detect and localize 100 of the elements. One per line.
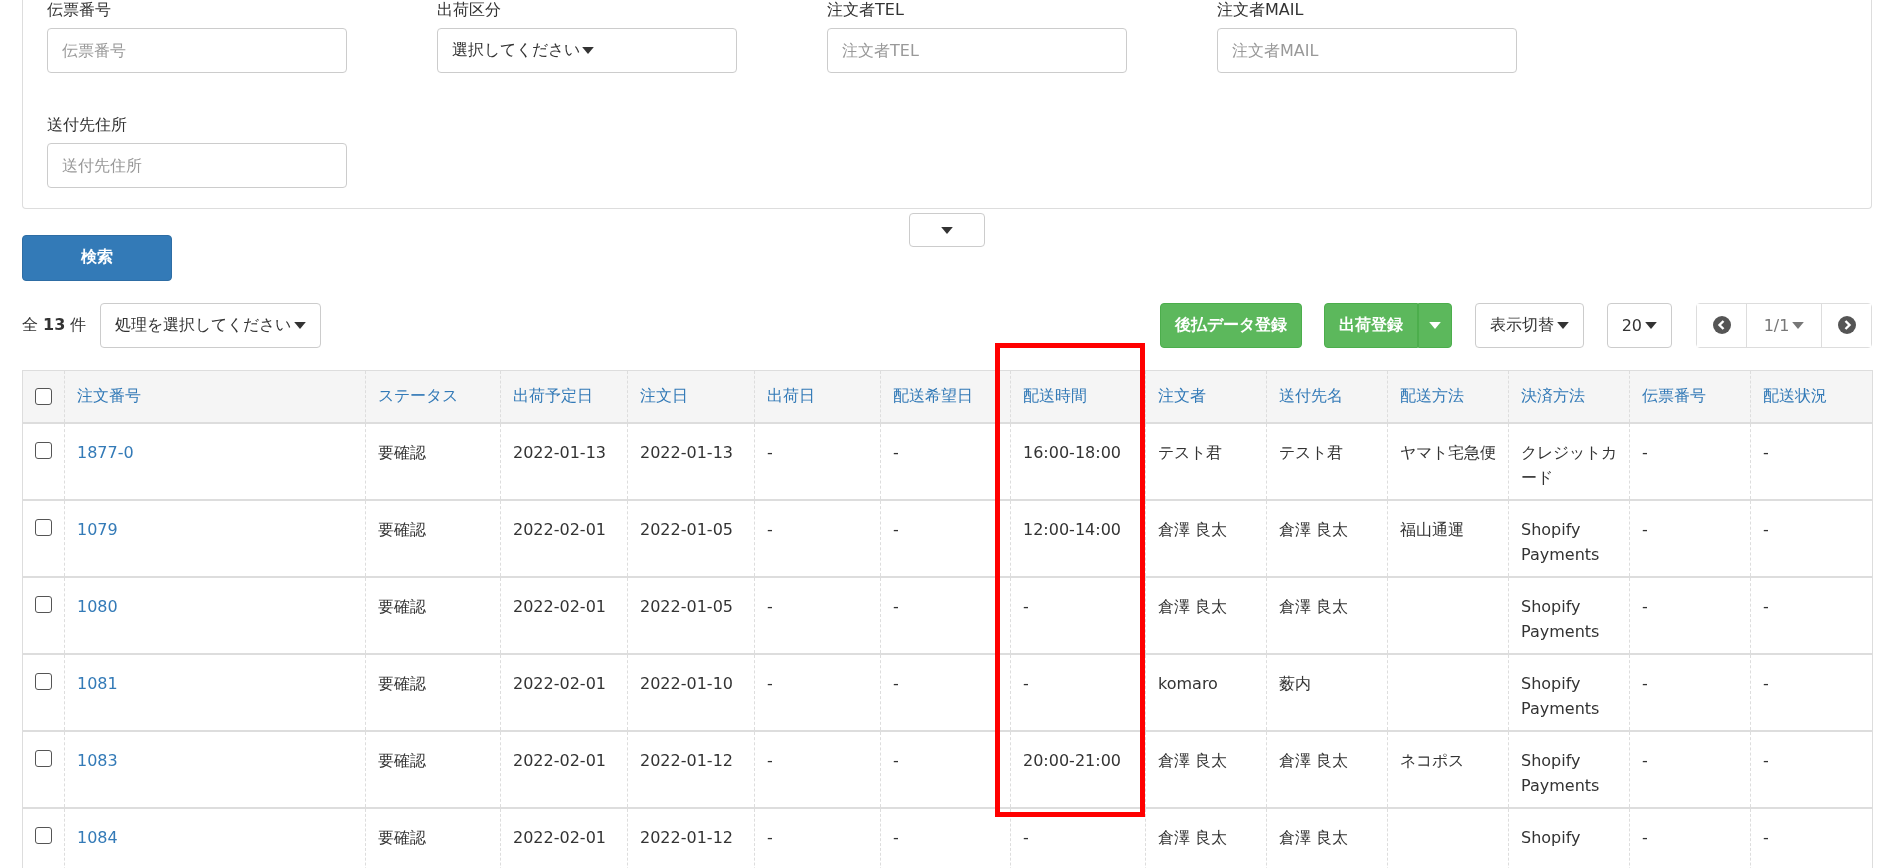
table-cell: Shopify Payments	[1521, 751, 1600, 795]
table-cell: 2022-02-01	[513, 828, 606, 847]
checkbox[interactable]	[35, 596, 52, 613]
table-cell: -	[1642, 828, 1648, 847]
select-field[interactable]: 選択してください	[437, 28, 737, 73]
register-button[interactable]: 後払データ登録	[1159, 302, 1302, 348]
table-cell: -	[1763, 751, 1769, 770]
table-cell: -	[1023, 674, 1029, 693]
table-cell: 2022-01-10	[640, 674, 733, 693]
dropdown-button[interactable]: 表示切替	[1474, 302, 1584, 348]
column-header[interactable]: 配送方法	[1387, 370, 1509, 423]
column-header[interactable]: 配送希望日	[880, 370, 1011, 423]
caret-icon	[582, 47, 594, 54]
checkbox[interactable]	[35, 673, 52, 690]
checkbox[interactable]	[35, 387, 52, 405]
column-header[interactable]: 伝票番号	[1629, 370, 1751, 423]
column-header[interactable]: 送付先名	[1266, 370, 1388, 423]
table-cell: -	[893, 520, 899, 539]
table-cell: 12:00-14:00	[1023, 520, 1121, 539]
input-field[interactable]: 注文者TEL	[827, 28, 1127, 73]
table-cell: 2022-01-05	[640, 520, 733, 539]
order-link[interactable]: 1081	[77, 674, 118, 693]
table-cell: -	[1642, 751, 1648, 770]
order-link[interactable]: 1079	[77, 520, 118, 539]
column-header[interactable]: 出荷予定日	[500, 370, 628, 423]
table-cell: komaro	[1158, 674, 1218, 693]
table-cell: ネコポス	[1400, 751, 1464, 770]
field-label: 出荷区分	[437, 0, 502, 20]
table-cell: -	[767, 751, 773, 770]
column-header[interactable]: 決済方法	[1508, 370, 1630, 423]
column-header[interactable]: 配送状況	[1750, 370, 1873, 423]
column-header[interactable]: 配送時間	[1010, 370, 1146, 423]
order-link[interactable]: 1080	[77, 597, 118, 616]
table-cell: -	[1763, 674, 1769, 693]
table-cell: 倉澤 良太	[1279, 520, 1349, 539]
table-cell: 倉澤 良太	[1279, 597, 1349, 616]
order-link[interactable]: 1083	[77, 751, 118, 770]
table-cell: 2022-02-01	[513, 674, 606, 693]
table-cell: -	[1642, 443, 1648, 462]
table-cell: -	[767, 828, 773, 847]
checkbox[interactable]	[35, 750, 52, 767]
column-header[interactable]: ステータス	[365, 370, 501, 423]
order-link[interactable]: 1084	[77, 828, 118, 847]
table-cell: -	[1642, 520, 1648, 539]
table-cell: 2022-02-01	[513, 751, 606, 770]
table-cell: 要確認	[378, 443, 426, 462]
table-cell: -	[893, 674, 899, 693]
column-header[interactable]: 注文者	[1145, 370, 1267, 423]
dropdown-button[interactable]: 20	[1606, 302, 1672, 348]
table-cell: 20:00-21:00	[1023, 751, 1121, 770]
table-cell: Shopify Payments	[1521, 520, 1600, 564]
table-cell: 2022-01-12	[640, 751, 733, 770]
table-cell: -	[893, 828, 899, 847]
table-cell: 倉澤 良太	[1158, 828, 1228, 847]
table-cell: Shopify	[1521, 828, 1581, 847]
table-cell: -	[767, 597, 773, 616]
shipment-button[interactable]: 出荷登録	[1323, 302, 1418, 348]
table-cell: -	[1763, 520, 1769, 539]
table-cell: 福山通運	[1400, 520, 1464, 539]
field-label: 注文者TEL	[827, 0, 905, 20]
column-header[interactable]: 出荷日	[754, 370, 881, 423]
table-cell: 要確認	[378, 751, 426, 770]
bulk-action-select[interactable]: 処理を選択してください	[100, 302, 322, 348]
input-field[interactable]: 伝票番号	[47, 28, 347, 73]
caret-icon	[1645, 321, 1657, 329]
order-link[interactable]: 1877-0	[77, 443, 134, 462]
column-header[interactable]: 注文日	[627, 370, 755, 423]
search-button[interactable]: 検索	[22, 234, 172, 281]
table-cell: 要確認	[378, 828, 426, 847]
table-cell: -	[1642, 674, 1648, 693]
table-cell: 2022-01-13	[513, 443, 606, 462]
table-cell: ヤマト宅急便	[1400, 443, 1496, 462]
input-field[interactable]: 注文者MAIL	[1217, 28, 1517, 73]
table-cell: テスト君	[1279, 443, 1343, 462]
checkbox[interactable]	[35, 519, 52, 536]
table-cell: -	[1763, 828, 1769, 847]
checkbox[interactable]	[35, 442, 52, 459]
table-cell: 倉澤 良太	[1279, 828, 1349, 847]
table-cell: Shopify Payments	[1521, 597, 1600, 641]
dropdown-toggle[interactable]	[1417, 302, 1452, 348]
column-header[interactable]: 注文番号	[64, 370, 366, 423]
table-cell: -	[893, 597, 899, 616]
table-cell: 倉澤 良太	[1158, 520, 1228, 539]
table-cell: -	[767, 520, 773, 539]
total-count: 全 13 件	[22, 314, 87, 336]
input-field[interactable]: 送付先住所	[47, 143, 347, 188]
table-cell: -	[1763, 597, 1769, 616]
caret-icon	[294, 321, 307, 329]
checkbox[interactable]	[35, 827, 52, 844]
table-cell: 2022-01-13	[640, 443, 733, 462]
table-cell: 2022-02-01	[513, 597, 606, 616]
table-cell: -	[1023, 828, 1029, 847]
table-cell: -	[893, 443, 899, 462]
field-label: 送付先住所	[47, 115, 128, 135]
table-cell: -	[767, 674, 773, 693]
table-cell: -	[1763, 443, 1769, 462]
table-cell: 倉澤 良太	[1158, 751, 1228, 770]
table-cell: クレジットカード	[1521, 443, 1617, 487]
table-cell: 倉澤 良太	[1279, 751, 1349, 770]
table-cell: 2022-01-05	[640, 597, 733, 616]
